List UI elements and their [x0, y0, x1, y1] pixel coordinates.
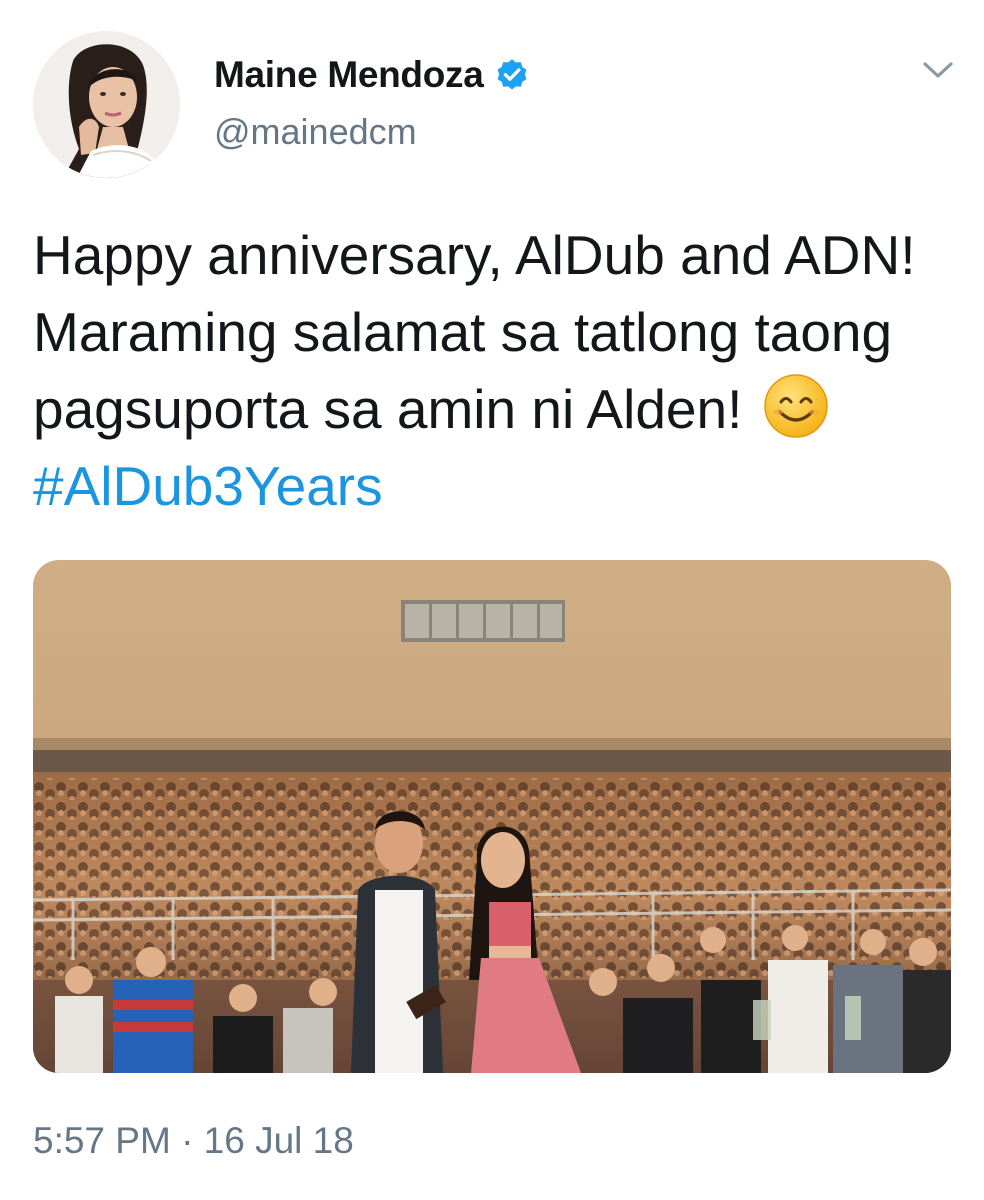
chevron-down-icon[interactable] [918, 56, 958, 84]
verified-badge-icon [497, 59, 526, 90]
tweet-card: Maine Mendoza @mainedcm Happy anniversar… [0, 0, 984, 1200]
tweet-timestamp[interactable]: 5:57 PM · 16 Jul 18 [33, 1120, 354, 1162]
author-display-name[interactable]: Maine Mendoza [214, 54, 484, 96]
smiling-face-icon [763, 374, 828, 438]
author-row: Maine Mendoza [214, 54, 530, 96]
tweet-text: Happy anniversary, AlDub and ADN! Marami… [33, 217, 963, 525]
hashtag-link[interactable]: #AlDub3Years [33, 455, 383, 517]
avatar[interactable] [33, 31, 180, 178]
author-handle[interactable]: @mainedcm [214, 111, 417, 153]
tweet-photo[interactable] [33, 560, 951, 1073]
